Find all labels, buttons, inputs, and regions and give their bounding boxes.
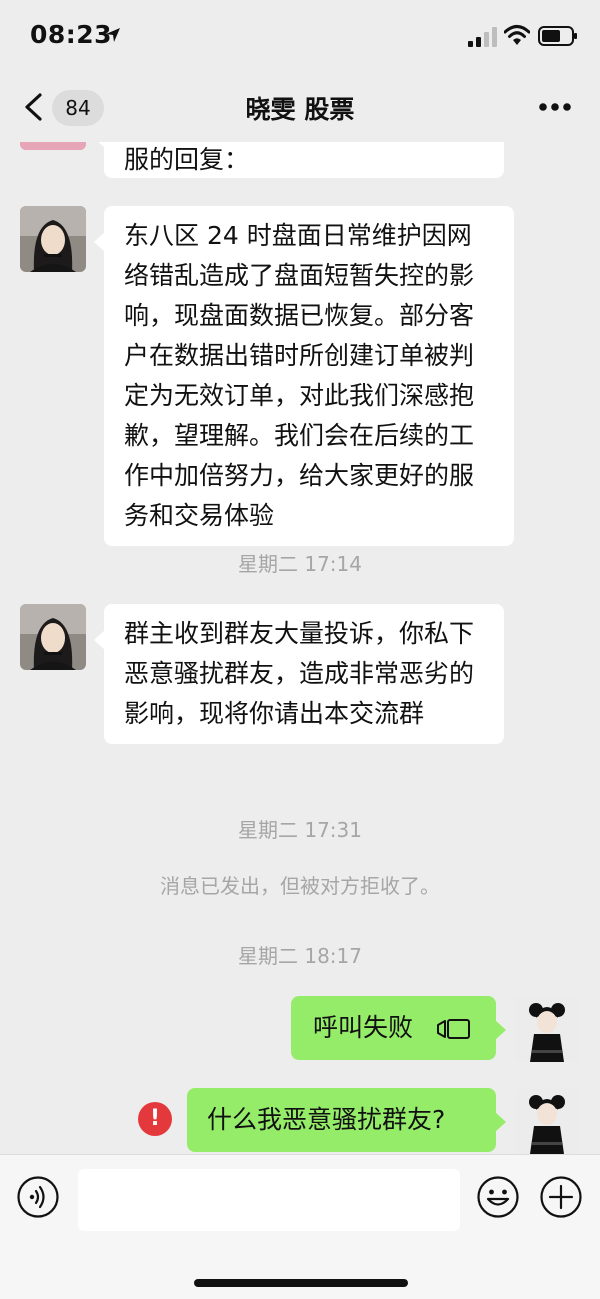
message-text: 群主收到群友大量投诉，你私下恶意骚扰群友，造成非常恶劣的影响，现将你请出本交流群 bbox=[124, 619, 475, 728]
input-bar bbox=[0, 1154, 600, 1299]
emoji-icon[interactable] bbox=[476, 1175, 520, 1219]
message-bubble[interactable]: 服的回复： bbox=[94, 142, 504, 178]
plus-icon[interactable] bbox=[539, 1175, 583, 1219]
message-text: 服的回复： bbox=[124, 145, 250, 174]
message-list[interactable]: 服的回复： 东八区 24 时盘面日常维护因网络错乱造成了盘面短暂失控的影响，现盘… bbox=[0, 142, 600, 1154]
system-notice: 消息已发出，但被对方拒收了。 bbox=[160, 874, 440, 898]
sender-avatar[interactable] bbox=[20, 206, 86, 272]
message-input[interactable] bbox=[78, 1169, 460, 1231]
sender-avatar[interactable] bbox=[20, 604, 86, 670]
home-indicator bbox=[194, 1279, 408, 1287]
message-bubble-sent[interactable]: 呼叫失败 bbox=[291, 996, 506, 1060]
timestamp: 星期二 17:14 bbox=[238, 552, 362, 576]
message-bubble[interactable]: 群主收到群友大量投诉，你私下恶意骚扰群友，造成非常恶劣的影响，现将你请出本交流群 bbox=[94, 604, 504, 744]
message-text: 什么我恶意骚扰群友? bbox=[207, 1105, 446, 1134]
location-arrow-icon bbox=[106, 28, 120, 42]
message-text: 东八区 24 时盘面日常维护因网络错乱造成了盘面短暂失控的影响，现盘面数据已恢复… bbox=[124, 221, 475, 530]
chat-title: 晓雯 股票 bbox=[245, 95, 355, 124]
video-call-icon bbox=[437, 1019, 470, 1039]
status-time: 08:23 bbox=[30, 20, 113, 49]
message-bubble[interactable]: 东八区 24 时盘面日常维护因网络错乱造成了盘面短暂失控的影响，现盘面数据已恢复… bbox=[94, 206, 514, 546]
my-avatar[interactable] bbox=[514, 996, 580, 1062]
nav-bar: 84 晓雯 股票 bbox=[0, 72, 600, 142]
signal-icon bbox=[468, 27, 497, 47]
message-bubble-sent[interactable]: 什么我恶意骚扰群友? bbox=[187, 1088, 506, 1152]
my-avatar[interactable] bbox=[514, 1088, 580, 1154]
timestamp: 星期二 18:17 bbox=[238, 944, 362, 968]
battery-icon bbox=[538, 26, 577, 46]
wifi-icon bbox=[504, 25, 530, 45]
sender-avatar[interactable] bbox=[20, 142, 86, 150]
send-failed-icon[interactable]: ! bbox=[138, 1102, 172, 1136]
message-text: 呼叫失败 bbox=[313, 1013, 414, 1042]
timestamp: 星期二 17:31 bbox=[238, 818, 362, 842]
status-bar: 08:23 bbox=[0, 0, 600, 72]
more-icon[interactable] bbox=[538, 102, 572, 112]
voice-icon[interactable] bbox=[16, 1175, 60, 1219]
